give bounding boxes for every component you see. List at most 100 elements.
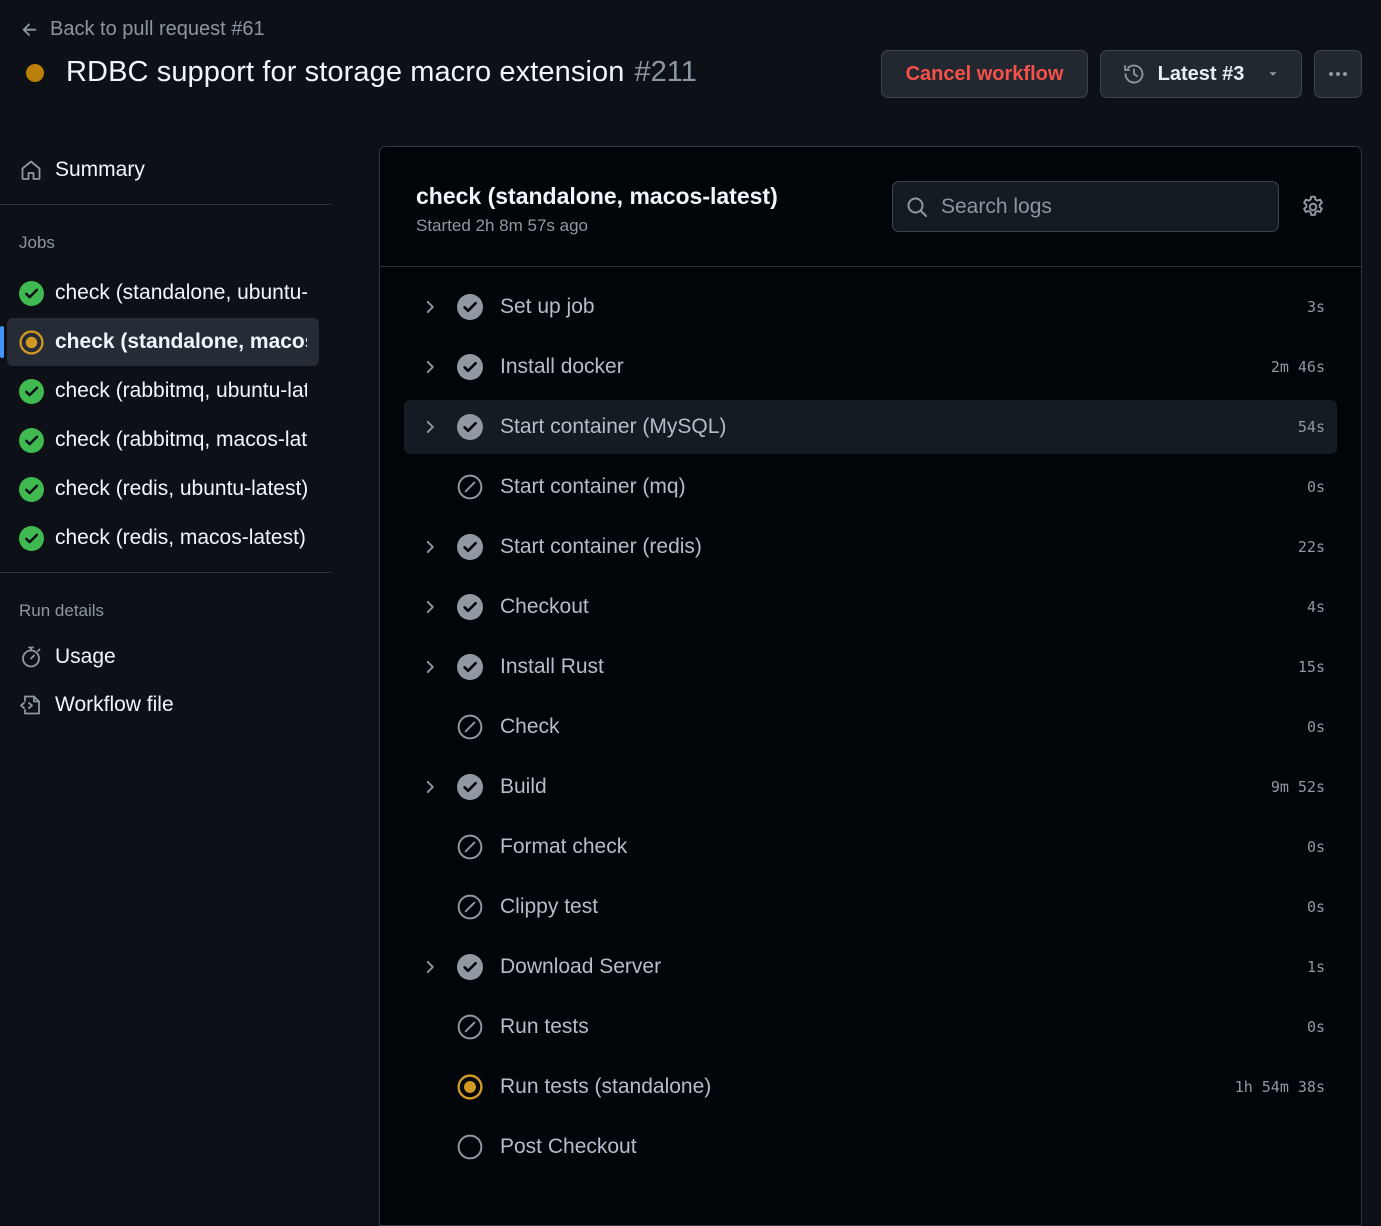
workflow-file-label: Workflow file xyxy=(55,693,174,716)
check-circle-icon xyxy=(457,354,483,380)
sidebar-job-item[interactable]: check (redis, ubuntu-latest) xyxy=(7,465,319,513)
job-label: check (redis, ubuntu-latest) xyxy=(55,477,307,500)
step-name: Install docker xyxy=(500,355,624,378)
search-icon xyxy=(907,197,927,217)
step-row[interactable]: Run tests 0s xyxy=(404,1000,1337,1054)
step-row[interactable]: Start container (MySQL) 54s xyxy=(404,400,1337,454)
step-duration: 1s xyxy=(1306,958,1325,976)
home-icon xyxy=(21,160,41,180)
job-label: check (standalone, ubuntu-latest) xyxy=(55,281,307,304)
step-name: Clippy test xyxy=(500,895,599,918)
step-row[interactable]: Clippy test 0s xyxy=(404,880,1337,934)
step-row[interactable]: Run tests (standalone) 1h 54m 38s xyxy=(404,1060,1337,1114)
job-logs-panel: check (standalone, macos-latest) Started… xyxy=(379,146,1362,1226)
step-row[interactable]: Check 0s xyxy=(404,700,1337,754)
check-circle-icon xyxy=(457,954,483,980)
sidebar-job-item[interactable]: check (standalone, ubuntu-latest) xyxy=(7,269,319,317)
gear-icon[interactable] xyxy=(1300,194,1326,220)
circle-icon xyxy=(457,1134,483,1160)
job-title: check (standalone, macos-latest) xyxy=(416,183,778,209)
skip-icon xyxy=(457,894,483,920)
triangle-down-icon xyxy=(1269,72,1277,76)
job-label: check (rabbitmq, macos-latest) xyxy=(55,428,307,451)
skip-icon xyxy=(457,1014,483,1040)
check-circle-icon xyxy=(457,594,483,620)
step-row[interactable]: Download Server 1s xyxy=(404,940,1337,994)
step-row[interactable]: Checkout 4s xyxy=(404,580,1337,634)
step-row[interactable]: Format check 0s xyxy=(404,820,1337,874)
jobs-heading: Jobs xyxy=(19,233,55,252)
dot-fill-circle-icon xyxy=(19,329,44,355)
sidebar: Summary Jobs check (standalone, ubuntu-l… xyxy=(0,146,331,729)
skip-icon xyxy=(457,834,483,860)
job-header: check (standalone, macos-latest) Started… xyxy=(380,147,1361,267)
job-label: check (rabbitmq, ubuntu-latest) xyxy=(55,379,307,402)
sidebar-divider xyxy=(0,204,331,205)
chevron-right-icon[interactable] xyxy=(421,958,439,976)
step-duration: 15s xyxy=(1297,658,1325,676)
step-duration: 54s xyxy=(1297,418,1325,436)
latest-attempt-button[interactable]: Latest #3 xyxy=(1100,50,1302,98)
step-name: Start container (MySQL) xyxy=(500,415,727,438)
jobs-list: check (standalone, ubuntu-latest) check (… xyxy=(0,269,331,562)
kebab-horizontal-icon xyxy=(1329,72,1347,76)
step-duration: 2m 46s xyxy=(1270,358,1325,376)
step-name: Start container (redis) xyxy=(500,535,702,558)
search-logs-box[interactable] xyxy=(892,181,1279,232)
sidebar-job-item[interactable]: check (rabbitmq, ubuntu-latest) xyxy=(7,367,319,415)
more-options-button[interactable] xyxy=(1314,50,1362,98)
step-name: Run tests (standalone) xyxy=(500,1075,712,1098)
step-row[interactable]: Install docker 2m 46s xyxy=(404,340,1337,394)
step-row[interactable]: Build 9m 52s xyxy=(404,760,1337,814)
check-circle-icon xyxy=(457,774,483,800)
summary-label: Summary xyxy=(55,158,145,181)
chevron-right-icon[interactable] xyxy=(421,358,439,376)
chevron-right-icon[interactable] xyxy=(421,418,439,436)
chevron-right-icon[interactable] xyxy=(421,298,439,316)
back-to-pr-link[interactable]: Back to pull request #61 xyxy=(20,18,265,41)
step-row[interactable]: Start container (mq) 0s xyxy=(404,460,1337,514)
step-name: Format check xyxy=(500,835,628,858)
step-name: Run tests xyxy=(500,1015,589,1038)
step-row[interactable]: Set up job 3s xyxy=(404,280,1337,334)
run-title-row: RDBC support for storage macro extension… xyxy=(26,56,697,89)
step-duration: 0s xyxy=(1306,898,1325,916)
step-row[interactable]: Install Rust 15s xyxy=(404,640,1337,694)
step-name: Download Server xyxy=(500,955,662,978)
sidebar-job-item[interactable]: check (rabbitmq, macos-latest) xyxy=(7,416,319,464)
step-row[interactable]: Post Checkout xyxy=(404,1120,1337,1174)
check-circle-icon xyxy=(457,534,483,560)
run-number: #211 xyxy=(634,56,697,88)
run-details-heading: Run details xyxy=(19,601,105,620)
cancel-workflow-button[interactable]: Cancel workflow xyxy=(881,50,1088,98)
sidebar-item-summary[interactable]: Summary xyxy=(0,146,331,194)
chevron-right-icon[interactable] xyxy=(421,658,439,676)
sidebar-job-item[interactable]: check (redis, macos-latest) xyxy=(7,514,319,562)
step-row[interactable]: Start container (redis) 22s xyxy=(404,520,1337,574)
run-title: RDBC support for storage macro extension xyxy=(66,56,625,88)
dot-fill-circle-icon xyxy=(457,1074,483,1100)
search-logs-input[interactable] xyxy=(941,194,1261,219)
step-duration: 22s xyxy=(1297,538,1325,556)
chevron-right-icon[interactable] xyxy=(421,538,439,556)
step-name: Install Rust xyxy=(500,655,604,678)
sidebar-item-usage[interactable]: Usage xyxy=(0,633,331,681)
stopwatch-icon xyxy=(22,646,41,668)
step-duration: 0s xyxy=(1306,838,1325,856)
sidebar-divider xyxy=(0,572,331,573)
sidebar-item-workflow-file[interactable]: Workflow file xyxy=(0,681,331,729)
step-duration: 0s xyxy=(1306,1018,1325,1036)
step-duration: 4s xyxy=(1306,598,1325,616)
step-duration: 3s xyxy=(1306,298,1325,316)
step-name: Build xyxy=(500,775,547,798)
step-name: Checkout xyxy=(500,595,589,618)
check-circle-icon xyxy=(457,654,483,680)
chevron-right-icon[interactable] xyxy=(421,598,439,616)
chevron-right-icon[interactable] xyxy=(421,778,439,796)
check-circle-icon xyxy=(19,525,44,551)
back-link-label: Back to pull request #61 xyxy=(50,18,265,40)
skip-icon xyxy=(457,714,483,740)
sidebar-job-item[interactable]: check (standalone, macos-latest) xyxy=(0,318,319,366)
job-label: check (redis, macos-latest) xyxy=(55,526,306,549)
file-code-icon xyxy=(20,695,40,715)
